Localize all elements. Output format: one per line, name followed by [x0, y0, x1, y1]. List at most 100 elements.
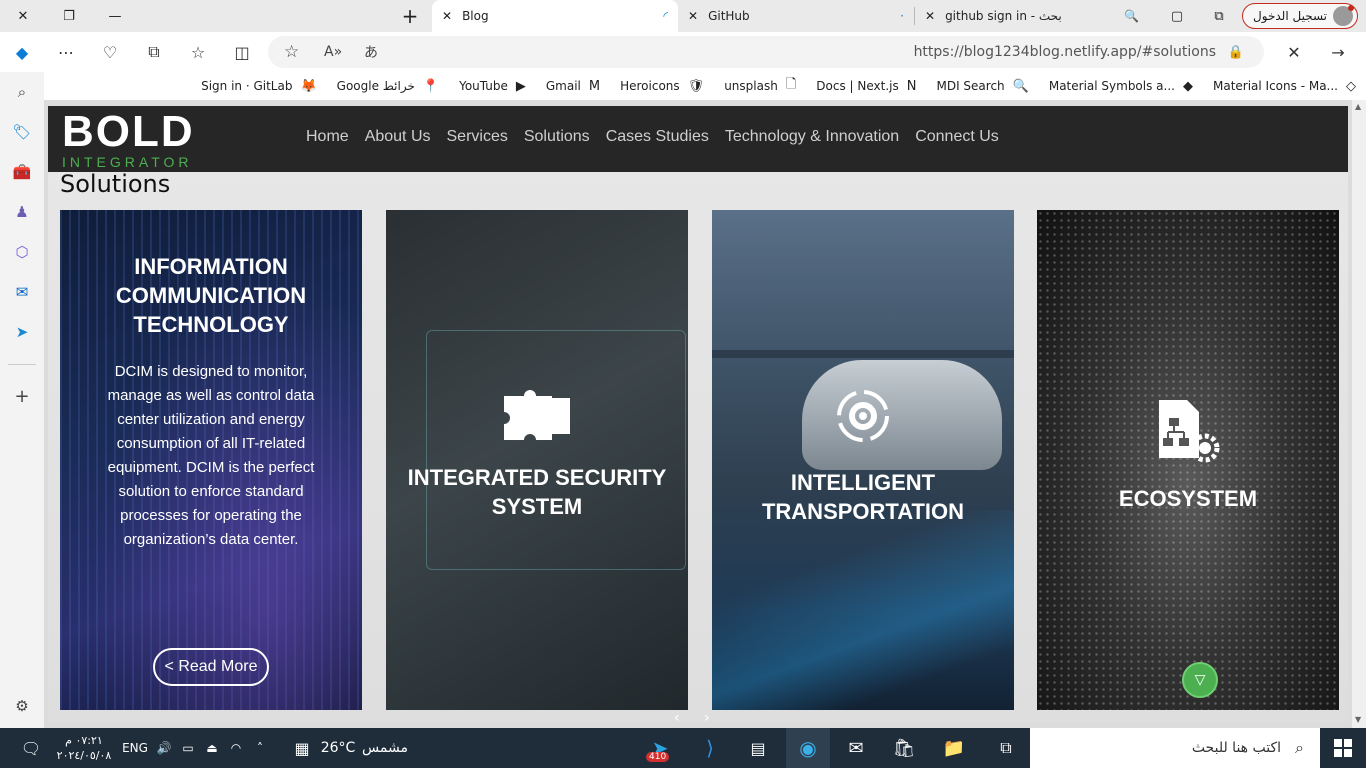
bookmark-label: MDI Search — [936, 79, 1005, 93]
store-icon[interactable]: 🛍 — [884, 728, 924, 768]
scroll-down-icon[interactable]: ▼ — [1355, 715, 1361, 724]
collections-icon[interactable]: ⧉ — [132, 32, 176, 72]
bookmark-item[interactable]: YouTube ▶ — [459, 79, 526, 94]
loading-dot-icon: · — [900, 9, 904, 23]
task-view-icon[interactable]: ⧉ — [986, 728, 1026, 768]
clock[interactable]: ٠٧:٢١ م ٢٠٢٤/٠٥/٠٨ — [54, 728, 114, 768]
tab-bar: ✕ ❐ — + ✕ Blog ◜ ✕ GitHub · ✕ github sig… — [0, 0, 1366, 32]
bookmark-item[interactable]: Heroicons 🛡 — [620, 79, 704, 94]
show-hidden-icons-chevron-icon[interactable]: ˄ — [250, 728, 270, 768]
tab-label: github sign in - بحث — [945, 9, 1062, 23]
nav-link[interactable]: About Us — [365, 128, 431, 146]
scroll-up-icon[interactable]: ▲ — [1355, 102, 1361, 111]
restore-window-button[interactable]: ❐ — [46, 0, 92, 32]
card-ict[interactable]: INFORMATION COMMUNICATION TECHNOLOGY DCI… — [60, 210, 362, 710]
browser-essentials-icon[interactable]: ♡ — [88, 32, 132, 72]
card-transport[interactable]: INTELLIGENT TRANSPORTATION — [712, 210, 1014, 710]
volume-icon[interactable]: 🔊 — [154, 728, 174, 768]
copilot-icon[interactable]: ◆ — [0, 32, 44, 72]
nav-link[interactable]: Connect Us — [915, 128, 999, 146]
close-icon[interactable]: ✕ — [925, 9, 935, 23]
bookmark-item[interactable]: Material Symbols a... ◆ — [1049, 79, 1193, 94]
nav-link[interactable]: Home — [306, 128, 349, 146]
new-tab-button[interactable]: + — [388, 0, 432, 32]
bookmark-item[interactable]: Docs | Next.js N — [816, 79, 916, 94]
card-security[interactable]: INTEGRATED SECURITY SYSTEM — [386, 210, 688, 710]
games-icon[interactable]: ♟ — [10, 200, 34, 224]
nav-link[interactable]: Services — [447, 128, 508, 146]
stop-loading-icon[interactable]: ✕ — [1272, 32, 1316, 72]
microsoft365-icon[interactable]: ⬡ — [10, 240, 34, 264]
more-options-icon[interactable]: ⋯ — [44, 32, 88, 72]
address-bar[interactable]: ☆ A» あ https://blog1234blog.netlify.app/… — [268, 36, 1264, 68]
tab-blog[interactable]: ✕ Blog ◜ — [432, 0, 678, 32]
clock-time: ٠٧:٢١ م — [65, 734, 103, 747]
read-more-button[interactable]: < Read More — [153, 648, 269, 686]
mail-icon[interactable]: ✉ — [836, 728, 876, 768]
card-title: ECOSYSTEM — [1118, 486, 1258, 511]
bookmark-item[interactable]: Google خرائط 📍 — [337, 79, 439, 94]
url-text[interactable]: https://blog1234blog.netlify.app/#soluti… — [914, 44, 1216, 60]
usb-icon[interactable]: ⏏ — [202, 728, 222, 768]
bookmark-label: Google خرائط — [336, 79, 415, 93]
tools-icon[interactable]: 🧰 — [10, 160, 34, 184]
file-explorer-icon[interactable]: 📁 — [934, 728, 974, 768]
telegram-icon[interactable]: ➤ — [10, 320, 34, 344]
favorites-icon[interactable]: ☆ — [176, 32, 220, 72]
lock-icon[interactable]: 🔒 — [1228, 45, 1244, 60]
tab-github-search[interactable]: ✕ github sign in - بحث 🔍 — [915, 0, 1149, 32]
vscode-icon[interactable]: ⟩ — [690, 728, 730, 768]
nav-link[interactable]: Cases Studies — [606, 128, 709, 146]
scroll-down-button[interactable]: ▽ — [1182, 662, 1218, 698]
workspaces-icon[interactable]: ▢ — [1154, 0, 1200, 32]
profile-signin-button[interactable]: تسجيل الدخول — [1242, 3, 1358, 29]
signin-label: تسجيل الدخول — [1253, 9, 1327, 23]
weather-icon[interactable]: ▦ — [290, 728, 314, 768]
slider-arrows[interactable]: ‹ › — [674, 710, 720, 726]
terminal-icon[interactable]: ▤ — [738, 728, 778, 768]
bookmark-item[interactable]: unsplash 🗋 — [724, 75, 796, 97]
language-indicator[interactable]: ENG — [120, 728, 150, 768]
nav-links: Home About Us Services Solutions Cases Studi… — [306, 128, 999, 146]
close-icon[interactable]: ✕ — [688, 9, 698, 23]
edge-icon[interactable]: ◉ — [786, 728, 830, 768]
windows-start-button[interactable] — [1320, 728, 1366, 768]
forward-icon[interactable]: → — [1316, 32, 1360, 72]
close-window-button[interactable]: ✕ — [0, 0, 46, 32]
bookmark-item[interactable]: MDI Search 🔍 — [936, 79, 1028, 94]
search-icon: ⌕ — [1295, 738, 1304, 757]
close-icon[interactable]: ✕ — [442, 9, 452, 23]
bookmark-favicon-icon: 📍 — [422, 78, 440, 94]
shopping-tag-icon[interactable]: 🏷 — [10, 120, 34, 144]
wifi-icon[interactable]: ◠ — [226, 728, 246, 768]
tab-label: Blog — [462, 9, 489, 23]
add-favorite-icon[interactable]: ☆ — [284, 42, 299, 62]
collections-icon[interactable]: ⧉ — [1196, 0, 1242, 32]
vertical-scrollbar[interactable]: ▲ ▼ — [1352, 100, 1366, 728]
bold-integrator-logo[interactable]: BOLD INTEGRATOR — [62, 110, 232, 170]
taskbar-search[interactable]: اكتب هنا للبحث ⌕ — [1030, 728, 1320, 768]
notifications-icon[interactable]: 🗨 — [14, 728, 48, 768]
search-icon[interactable]: ⌕ — [10, 80, 34, 104]
telegram-icon[interactable]: ➤ — [640, 728, 680, 768]
read-aloud-icon[interactable]: A» — [324, 44, 342, 60]
translate-icon[interactable]: あ — [364, 42, 378, 62]
bookmark-item[interactable]: Gmail M — [546, 79, 600, 94]
bookmark-item[interactable]: Sign in · GitLab 🦊 — [201, 79, 317, 94]
outlook-icon[interactable]: ✉ — [10, 280, 34, 304]
windows-taskbar: 🗨 ٠٧:٢١ م ٢٠٢٤/٠٥/٠٨ ENG 🔊 ▭ ⏏ ◠ ˄ ▦ 26°… — [0, 728, 1366, 768]
split-screen-icon[interactable]: ◫ — [220, 32, 264, 72]
add-icon[interactable]: + — [10, 384, 34, 408]
bookmark-favicon-icon: 🦊 — [300, 78, 317, 94]
minimize-window-button[interactable]: — — [92, 0, 138, 32]
temperature[interactable]: 26°C — [318, 728, 358, 768]
settings-gear-icon[interactable]: ⚙ — [10, 694, 34, 718]
card-ecosystem[interactable]: ECOSYSTEM — [1037, 210, 1339, 710]
logo-sub: INTEGRATOR — [62, 154, 193, 170]
nav-link[interactable]: Solutions — [524, 128, 590, 146]
nav-link[interactable]: Technology & Innovation — [725, 128, 899, 146]
tab-github[interactable]: ✕ GitHub · — [678, 0, 914, 32]
battery-icon[interactable]: ▭ — [178, 728, 198, 768]
weather-status[interactable]: مشمس — [360, 728, 410, 768]
bookmark-item[interactable]: Material Icons - Ma... ◇ — [1213, 79, 1356, 94]
